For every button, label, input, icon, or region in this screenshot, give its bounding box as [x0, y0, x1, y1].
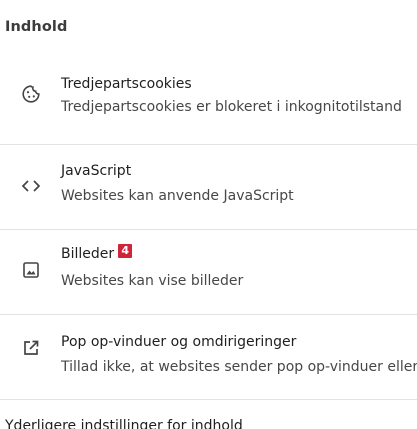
row-title: Pop op-vinduer og omdirigeringer [61, 334, 297, 350]
section-title: Indhold [5, 19, 68, 35]
row-subtitle: Tredjepartscookies er blokeret i inkogni… [61, 99, 402, 115]
cookie-icon [20, 83, 42, 105]
row-title: Billeder 4 [61, 244, 133, 262]
site-settings-content-panel: Indhold Tredjepartscookies Tredjepartsco… [0, 0, 417, 429]
row-title-text: Billeder [61, 246, 115, 262]
row-third-party-cookies[interactable]: Tredjepartscookies Tredjepartscookies er… [0, 60, 417, 144]
row-popups-redirects[interactable]: Pop op-vinduer og omdirigeringer Tillad … [0, 315, 417, 399]
row-subtitle: Tillad ikke, at websites sender pop op-v… [61, 359, 417, 375]
row-title: JavaScript [61, 163, 132, 179]
row-divider [0, 399, 417, 400]
annotation-badge: 4 [118, 244, 133, 258]
additional-content-settings-toggle[interactable]: Yderligere indstillinger for indhold [5, 418, 243, 429]
row-subtitle: Websites kan anvende JavaScript [61, 188, 294, 204]
row-subtitle: Websites kan vise billeder [61, 273, 244, 289]
code-icon [20, 175, 42, 197]
row-images[interactable]: Billeder 4 Websites kan vise billeder [0, 230, 417, 314]
row-javascript[interactable]: JavaScript Websites kan anvende JavaScri… [0, 145, 417, 229]
row-title: Tredjepartscookies [61, 76, 192, 92]
image-icon [20, 259, 42, 281]
open-in-new-icon [20, 337, 42, 359]
